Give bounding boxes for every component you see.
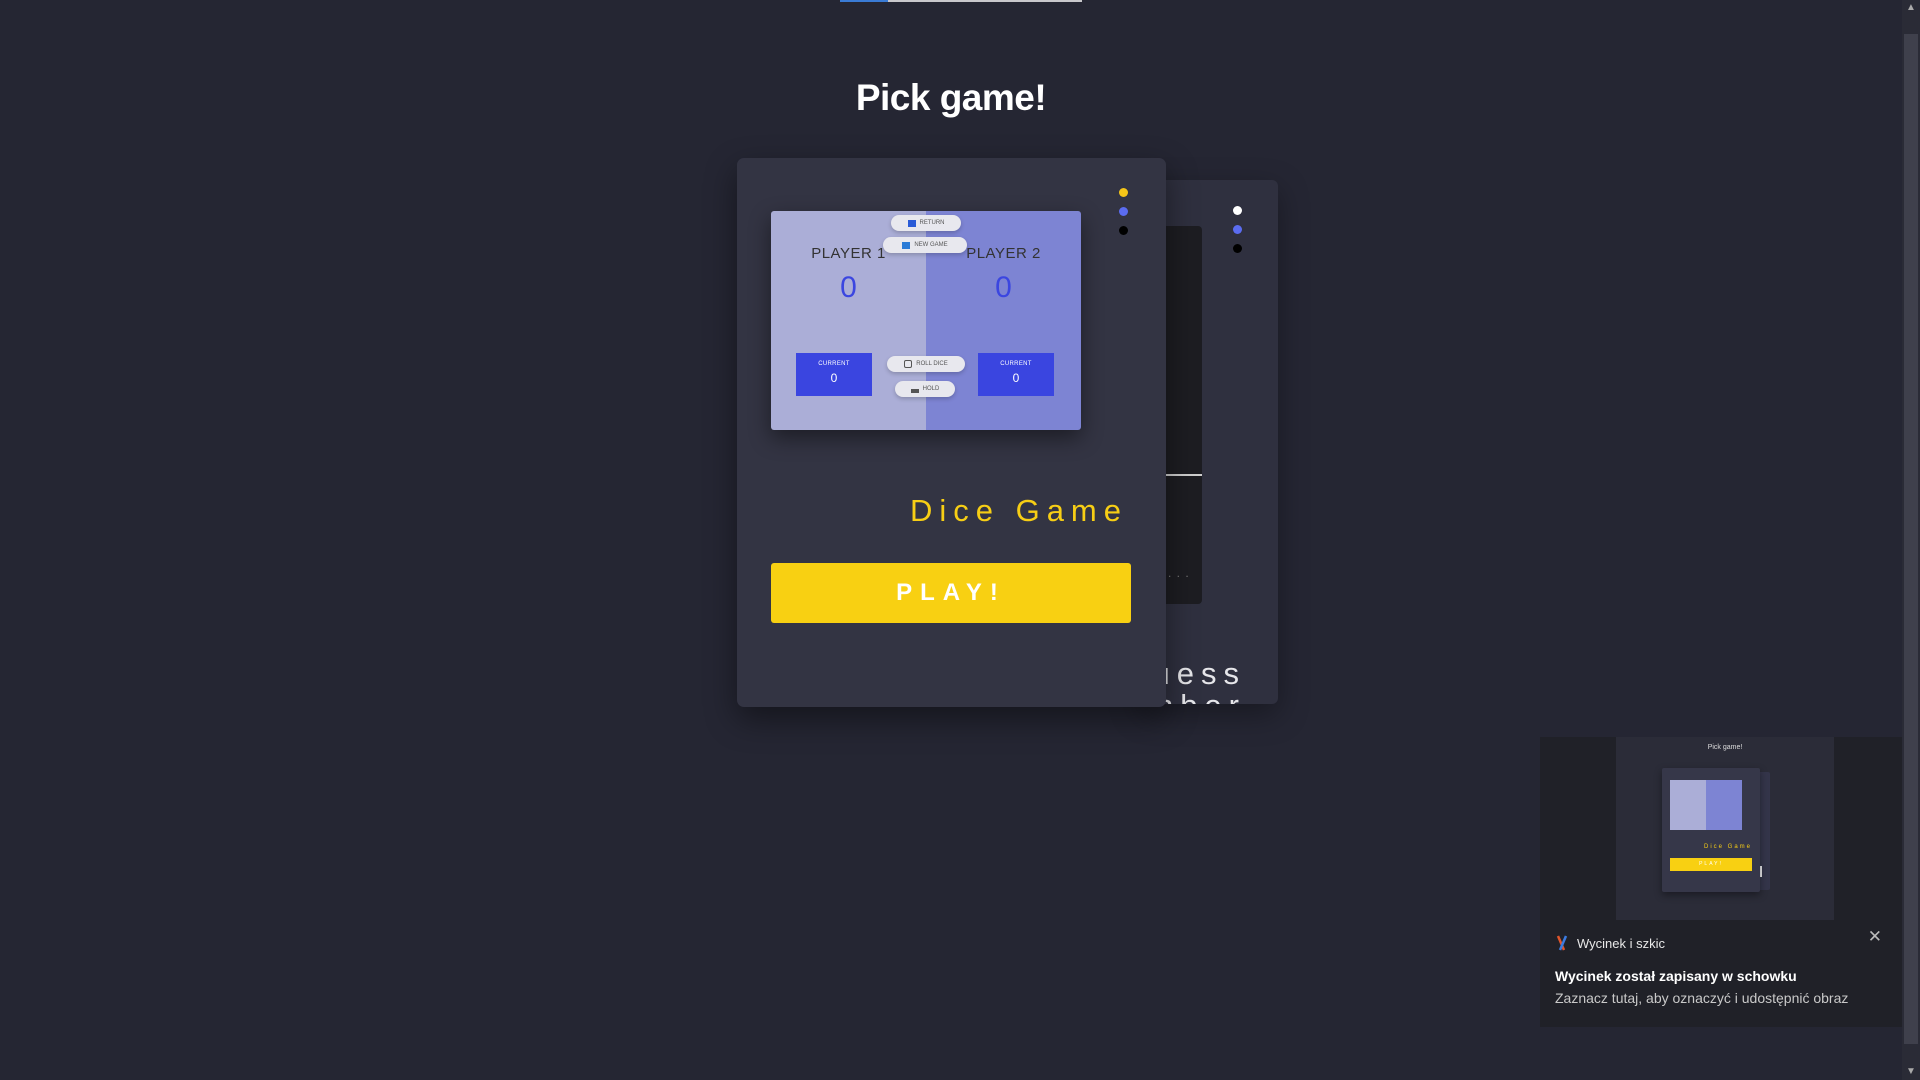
notification-subtitle: Zaznacz tutaj, aby oznaczyć i udostępnić… bbox=[1555, 990, 1849, 1006]
page-title: Pick game! bbox=[855, 76, 1047, 118]
color-dot bbox=[1233, 225, 1242, 234]
new-game-label: NEW GAME bbox=[914, 242, 948, 248]
color-dots bbox=[1233, 206, 1242, 253]
preview-ellipsis: . . . bbox=[1168, 566, 1190, 580]
color-dot bbox=[1233, 206, 1242, 215]
thumbnail-card-title: Dice Game bbox=[1703, 844, 1752, 850]
app-name: Wycinek i szkic bbox=[1577, 935, 1666, 951]
snip-notification[interactable]: Pick game! Dice Game PLAY! Wycinek i szk… bbox=[1540, 737, 1902, 1027]
color-dot bbox=[1119, 226, 1128, 235]
color-dot bbox=[1119, 207, 1128, 216]
current-label: CURRENT bbox=[818, 361, 850, 367]
scrollbar-thumb[interactable] bbox=[1904, 34, 1918, 1044]
thumbnail-title: Pick game! bbox=[1707, 744, 1743, 751]
top-progress-fill bbox=[840, 0, 889, 2]
preview-divider bbox=[1166, 474, 1202, 476]
dice-game-title: Dice Game bbox=[909, 493, 1128, 528]
preview-new-game-button: NEW GAME bbox=[883, 237, 967, 253]
player2-score: 0 bbox=[995, 271, 1012, 304]
guess-number-title: uess nber bbox=[1152, 656, 1246, 705]
thumbnail-preview bbox=[1670, 780, 1742, 830]
dice-game-preview: PLAYER 1 0 CURRENT 0 PLAYER 2 0 CURRENT … bbox=[771, 211, 1081, 430]
snip-sketch-icon bbox=[1556, 935, 1568, 951]
close-icon[interactable]: ✕ bbox=[1868, 927, 1882, 947]
new-game-icon bbox=[902, 241, 911, 249]
current-value: 0 bbox=[1012, 371, 1020, 385]
player2-current-box: CURRENT 0 bbox=[978, 353, 1054, 396]
top-progress-bar bbox=[840, 0, 1082, 2]
dice-icon bbox=[904, 360, 913, 368]
thumbnail-play: PLAY! bbox=[1670, 858, 1752, 871]
preview-return-button: RETURN bbox=[891, 215, 961, 231]
snip-thumbnail[interactable]: Pick game! Dice Game PLAY! bbox=[1616, 737, 1834, 920]
player1-current-box: CURRENT 0 bbox=[796, 353, 872, 396]
return-label: RETURN bbox=[919, 220, 945, 226]
color-dot bbox=[1233, 244, 1242, 253]
scroll-up-icon[interactable]: ▲ bbox=[1902, 0, 1920, 16]
roll-dice-label: ROLL DICE bbox=[916, 361, 948, 367]
current-label: CURRENT bbox=[1000, 361, 1032, 367]
title-line: nber bbox=[1153, 690, 1246, 705]
thumbnail-front-card: Dice Game PLAY! bbox=[1662, 768, 1760, 892]
dice-game-play-button[interactable]: PLAY! bbox=[771, 563, 1131, 623]
player1-score: 0 bbox=[840, 271, 857, 304]
color-dot bbox=[1119, 188, 1128, 197]
title-line: uess bbox=[1152, 656, 1246, 691]
color-dots bbox=[1119, 188, 1128, 235]
page-scrollbar[interactable]: ▲ ▼ bbox=[1902, 0, 1920, 1080]
current-value: 0 bbox=[830, 371, 838, 385]
preview-hold-button: HOLD bbox=[895, 381, 955, 397]
scroll-down-icon[interactable]: ▼ bbox=[1902, 1064, 1920, 1080]
game-card-dice-game: PLAYER 1 0 CURRENT 0 PLAYER 2 0 CURRENT … bbox=[737, 158, 1166, 707]
notification-app-row: Wycinek i szkic bbox=[1555, 935, 1665, 951]
hold-icon bbox=[910, 386, 919, 393]
hold-label: HOLD bbox=[922, 386, 940, 392]
return-icon bbox=[907, 219, 916, 227]
preview-roll-dice-button: ROLL DICE bbox=[887, 356, 965, 372]
notification-title: Wycinek został zapisany w schowku bbox=[1555, 968, 1797, 984]
